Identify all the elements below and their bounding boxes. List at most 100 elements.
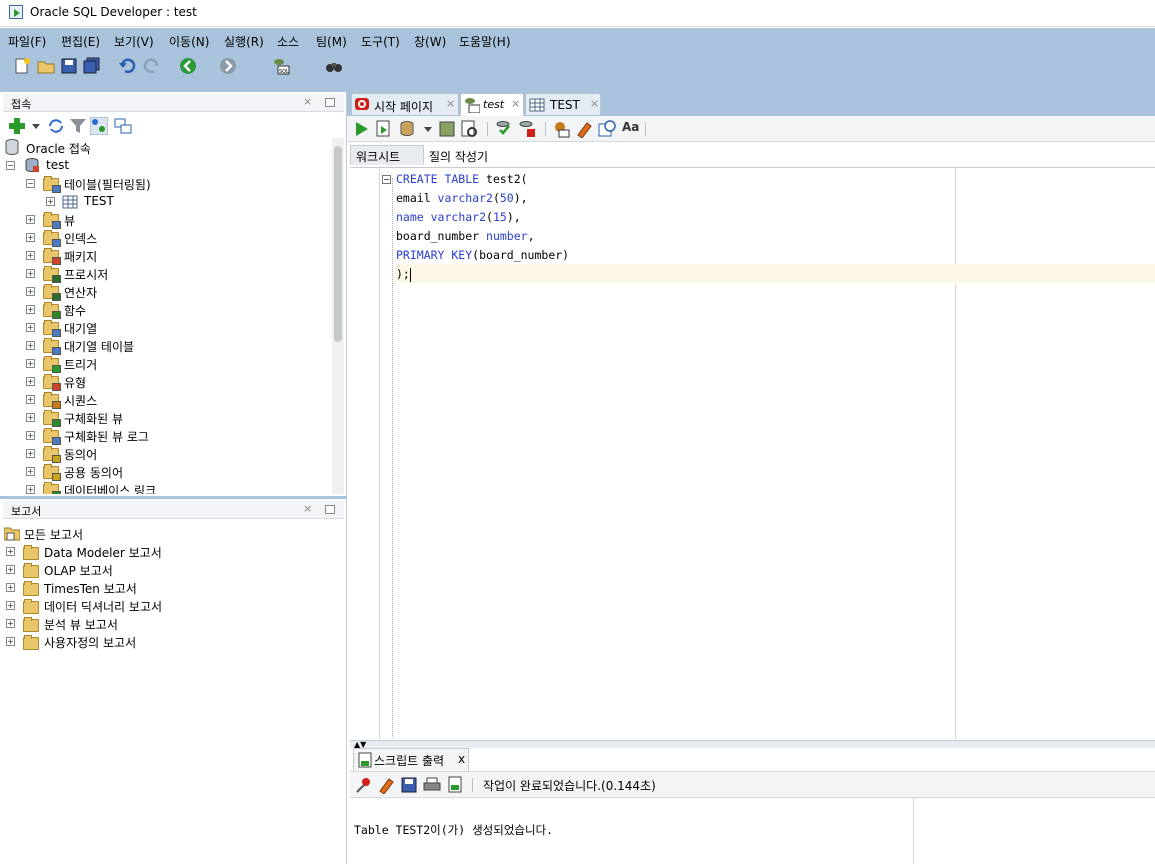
schema-browser-icon[interactable] [90,117,108,135]
tree-item-label: 인덱스 [64,232,98,246]
format-case-icon[interactable]: Aa [622,120,639,134]
expand-toggle-icon[interactable]: + [6,601,15,610]
scrollbar-thumb[interactable] [334,146,342,342]
expand-toggle-icon[interactable]: + [6,583,15,592]
fold-collapse-icon[interactable]: − [382,175,391,184]
menu-view[interactable]: 보기(V) [114,33,154,50]
script-output-content[interactable]: Table TEST2이(가) 생성되었습니다. [350,798,1155,864]
clear-output-icon[interactable] [377,776,395,794]
pin-icon[interactable] [355,776,373,794]
output-margin-line [913,798,914,864]
filter-icon[interactable] [69,117,87,135]
print-icon[interactable] [423,776,441,794]
menu-help[interactable]: 도움말(H) [459,33,511,50]
expand-toggle-icon[interactable]: + [26,287,35,296]
tab-close-icon[interactable]: x [458,752,465,766]
object-type-badge-icon [52,329,61,337]
tab-script-output[interactable]: 스크립트 출력 x [353,748,469,771]
expand-toggle-icon[interactable]: + [26,305,35,314]
expand-toggle-icon[interactable]: + [6,547,15,556]
add-connection-dropdown-icon[interactable] [32,124,40,129]
object-type-badge-icon [52,419,61,427]
collapse-toggle-icon[interactable]: − [26,179,35,188]
expand-toggle-icon[interactable]: + [26,377,35,386]
explain-plan-icon[interactable] [460,120,478,138]
expand-toggle-icon[interactable]: + [26,431,35,440]
menu-navigate[interactable]: 이동(N) [169,33,209,50]
panel-minimize-icon[interactable] [325,505,335,514]
clear-eraser-icon[interactable] [575,120,593,138]
open-folder-icon[interactable] [37,57,55,75]
save-icon[interactable] [60,57,78,75]
expand-toggle-icon[interactable]: + [26,215,35,224]
output-splitter[interactable]: ▲▼ [350,740,1155,749]
refresh-icon[interactable] [47,117,65,135]
expand-toggle-icon[interactable]: + [6,619,15,628]
output-file-icon[interactable] [446,776,464,794]
connection-label: test [46,158,70,172]
menu-window[interactable]: 창(W) [414,33,446,50]
expand-toggle-icon[interactable]: + [26,323,35,332]
code-line: name varchar2(15), [396,210,521,224]
commit-dropdown-icon[interactable] [424,127,432,132]
run-statement-icon[interactable] [353,120,371,138]
tab-close-icon[interactable]: × [446,97,455,110]
expand-toggle-icon[interactable]: + [26,269,35,278]
tab-test-table[interactable]: TEST × [525,93,601,115]
tab-close-icon[interactable]: × [590,97,599,110]
undo-icon[interactable] [118,57,136,75]
rollback-icon[interactable] [438,120,456,138]
expand-toggle-icon[interactable]: + [26,467,35,476]
collapse-toggle-icon[interactable]: − [6,161,15,170]
autotrace-icon[interactable] [495,120,513,138]
menu-tools[interactable]: 도구(T) [361,33,400,50]
menu-team[interactable]: 팀(M) [316,33,347,50]
connections-scrollbar[interactable] [332,138,344,494]
sql-tuning-icon[interactable] [552,120,570,138]
main-toolbar: SQL [0,54,1155,123]
panel-minimize-icon[interactable] [325,98,335,107]
sql-history-icon[interactable] [598,120,616,138]
panel-close-icon[interactable]: × [303,95,312,108]
expand-toggle-icon[interactable]: + [26,449,35,458]
expand-toggle-icon[interactable]: + [26,359,35,368]
expand-toggle-icon[interactable]: + [26,395,35,404]
expand-toggle-icon[interactable]: + [26,341,35,350]
commit-icon[interactable] [399,120,417,138]
code-token: ( [486,210,493,224]
save-output-icon[interactable] [400,776,418,794]
expand-toggle-icon[interactable]: + [26,413,35,422]
expand-toggle-icon[interactable]: + [46,197,55,206]
subtab-worksheet[interactable]: 워크시트 [350,145,424,165]
menu-source[interactable]: 소스 [277,33,299,50]
sql-connection-icon [465,98,480,113]
forward-icon[interactable] [219,57,237,75]
code-keyword: number [486,229,528,243]
expand-toggle-icon[interactable]: + [26,233,35,242]
tab-start-page[interactable]: 시작 페이지 × [351,93,459,115]
expand-toggle-icon[interactable]: + [6,565,15,574]
tab-close-icon[interactable]: × [511,97,520,110]
index-folder-icon [43,230,61,247]
menu-run[interactable]: 실행(R) [224,33,264,50]
save-all-icon[interactable] [83,57,101,75]
new-file-icon[interactable] [13,57,31,75]
sql-worksheet-icon[interactable]: SQL [272,57,290,75]
find-binoculars-icon[interactable] [325,57,343,75]
expand-toggle-icon[interactable]: + [6,637,15,646]
manage-connections-icon[interactable] [114,117,132,135]
tab-test-worksheet[interactable]: test × [460,93,524,116]
expand-toggle-icon[interactable]: + [26,485,35,494]
expand-toggle-icon[interactable]: + [26,251,35,260]
panel-close-icon[interactable]: × [303,502,312,515]
add-connection-icon[interactable] [8,117,26,135]
run-script-icon[interactable] [375,120,393,138]
back-icon[interactable] [179,57,197,75]
subtab-query-builder[interactable]: 질의 작성기 [429,148,488,165]
db-rollback-icon[interactable] [518,120,536,138]
text-caret [409,267,411,282]
menu-edit[interactable]: 편집(E) [61,33,100,50]
connections-panel-header: 접속 × [3,94,344,112]
redo-icon[interactable] [143,57,161,75]
menu-file[interactable]: 파일(F) [8,33,46,50]
